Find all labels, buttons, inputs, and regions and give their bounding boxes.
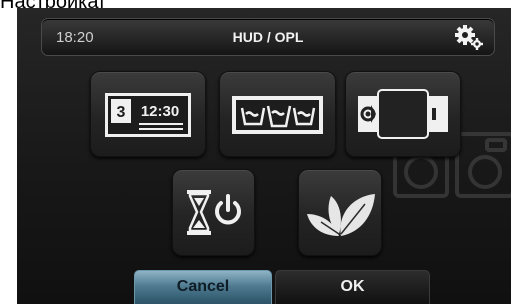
gears-icon[interactable] — [452, 23, 486, 51]
tile-time: 12:30 — [141, 103, 179, 120]
ok-button[interactable]: OK — [275, 270, 430, 304]
status-bar: 18:20 HUD / OPL — [41, 18, 495, 56]
calendar-day: 3 — [117, 104, 126, 121]
machine-door-icon — [358, 89, 448, 139]
leaf-icon — [307, 194, 375, 236]
delay-timer-tile[interactable] — [172, 169, 255, 256]
date-time-icon: 3 12:30 — [105, 93, 191, 137]
machine-door-tile[interactable] — [345, 71, 461, 157]
hud-screen: 18:20 HUD / OPL 3 12:30 Cancel OK — [17, 8, 511, 304]
date-time-tile[interactable]: 3 12:30 — [90, 71, 206, 157]
cancel-button[interactable]: Cancel — [134, 270, 272, 304]
eco-mode-tile[interactable] — [298, 169, 382, 256]
hourglass-power-icon — [187, 190, 241, 235]
page-title: HUD / OPL — [232, 29, 304, 45]
wash-programs-icon — [232, 96, 323, 134]
wash-programs-tile[interactable] — [219, 71, 336, 157]
